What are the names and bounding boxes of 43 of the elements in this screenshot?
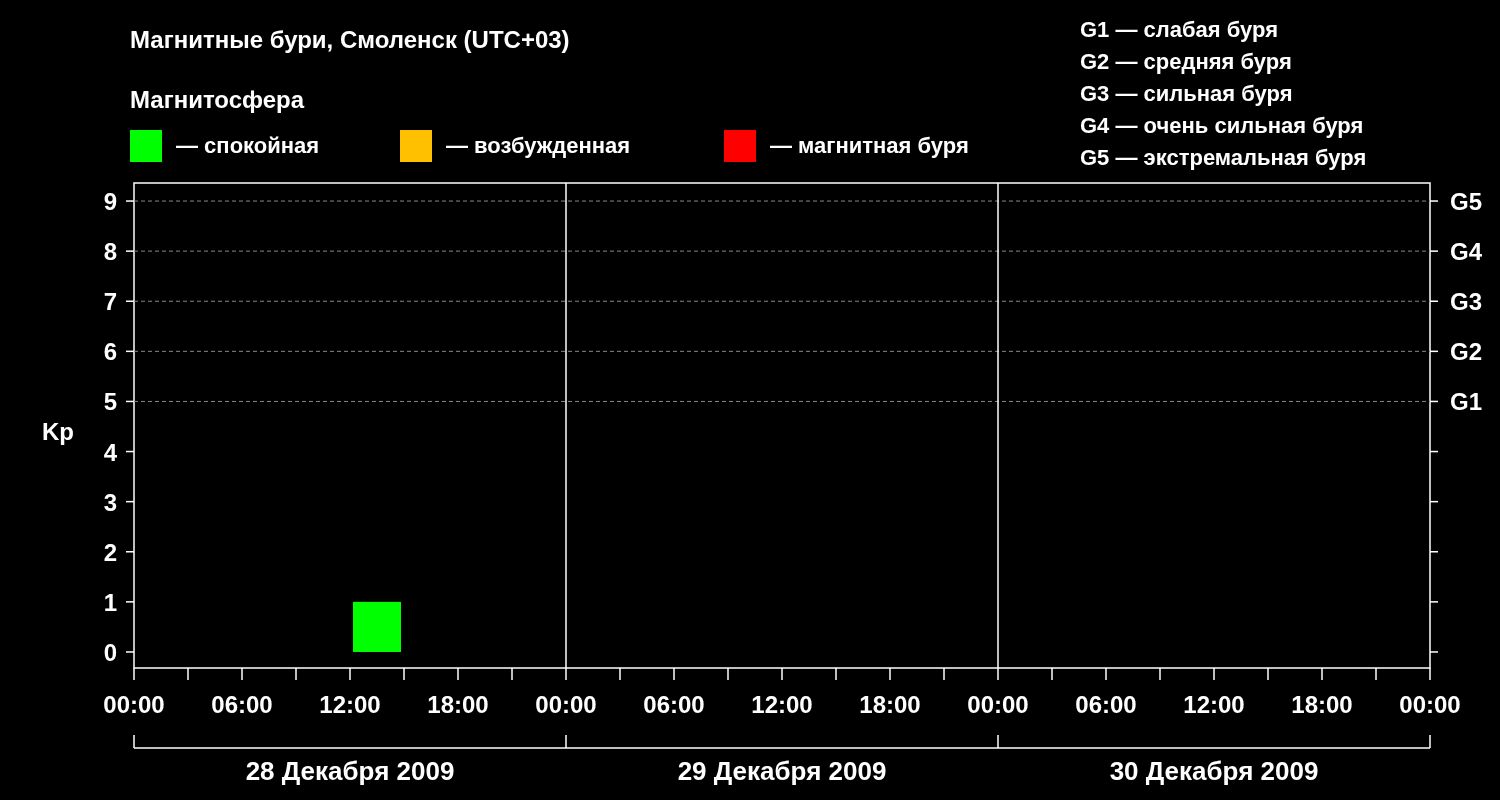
y-tick-label: 2 bbox=[103, 538, 117, 566]
y-tick-label: 0 bbox=[103, 638, 117, 666]
x-tick-label: 12:00 bbox=[319, 691, 381, 718]
g-level-label: G5 bbox=[1450, 188, 1482, 216]
g-level-label: G1 bbox=[1450, 388, 1482, 416]
x-tick-label: 06:00 bbox=[211, 691, 273, 718]
g-scale-entry: G5 — экстремальная буря bbox=[1080, 144, 1368, 172]
g-level-label: G3 bbox=[1450, 288, 1482, 316]
x-tick-label: 06:00 bbox=[1075, 691, 1137, 718]
g-scale-entry: G1 — слабая буря bbox=[1080, 16, 1280, 44]
y-tick-label: 7 bbox=[103, 288, 117, 316]
x-tick-label: 18:00 bbox=[427, 691, 489, 718]
g-level-label: G2 bbox=[1450, 338, 1482, 366]
chart-title: Магнитные бури, Смоленск (UTC+03) bbox=[130, 25, 571, 55]
g-scale-entry: G2 — средняя буря bbox=[1080, 48, 1293, 76]
x-tick-label: 06:00 bbox=[643, 691, 705, 718]
x-tick-label: 00:00 bbox=[967, 691, 1029, 718]
y-tick-label: 8 bbox=[103, 238, 117, 266]
y-axis-label: Kp bbox=[42, 418, 74, 445]
x-tick-label: 12:00 bbox=[1183, 691, 1245, 718]
legend-label: — спокойная bbox=[176, 133, 320, 159]
x-tick-label: 00:00 bbox=[103, 691, 165, 718]
x-tick-label: 18:00 bbox=[859, 691, 921, 718]
legend-heading: Магнитосфера bbox=[130, 85, 306, 115]
y-tick-label: 5 bbox=[103, 388, 117, 416]
y-tick-label: 9 bbox=[103, 188, 117, 216]
y-tick-label: 6 bbox=[103, 338, 117, 366]
bar bbox=[353, 601, 401, 652]
date-label: 30 Декабря 2009 bbox=[1109, 756, 1319, 786]
legend-label: — магнитная буря bbox=[770, 133, 969, 159]
y-tick-label: 1 bbox=[103, 588, 117, 616]
g-scale-entry: G3 — сильная буря bbox=[1080, 80, 1294, 108]
x-tick-label: 18:00 bbox=[1291, 691, 1353, 718]
x-tick-label: 00:00 bbox=[1399, 691, 1461, 718]
x-tick-label: 12:00 bbox=[751, 691, 813, 718]
y-tick-label: 4 bbox=[103, 438, 117, 466]
x-tick-label: 00:00 bbox=[535, 691, 597, 718]
g-scale-entry: G4 — очень сильная буря bbox=[1080, 112, 1365, 140]
y-tick-label: 3 bbox=[103, 488, 117, 516]
g-level-label: G4 bbox=[1450, 238, 1482, 266]
legend-label: — возбужденная bbox=[446, 133, 631, 159]
date-label: 29 Декабря 2009 bbox=[677, 756, 887, 786]
date-label: 28 Декабря 2009 bbox=[245, 756, 455, 786]
